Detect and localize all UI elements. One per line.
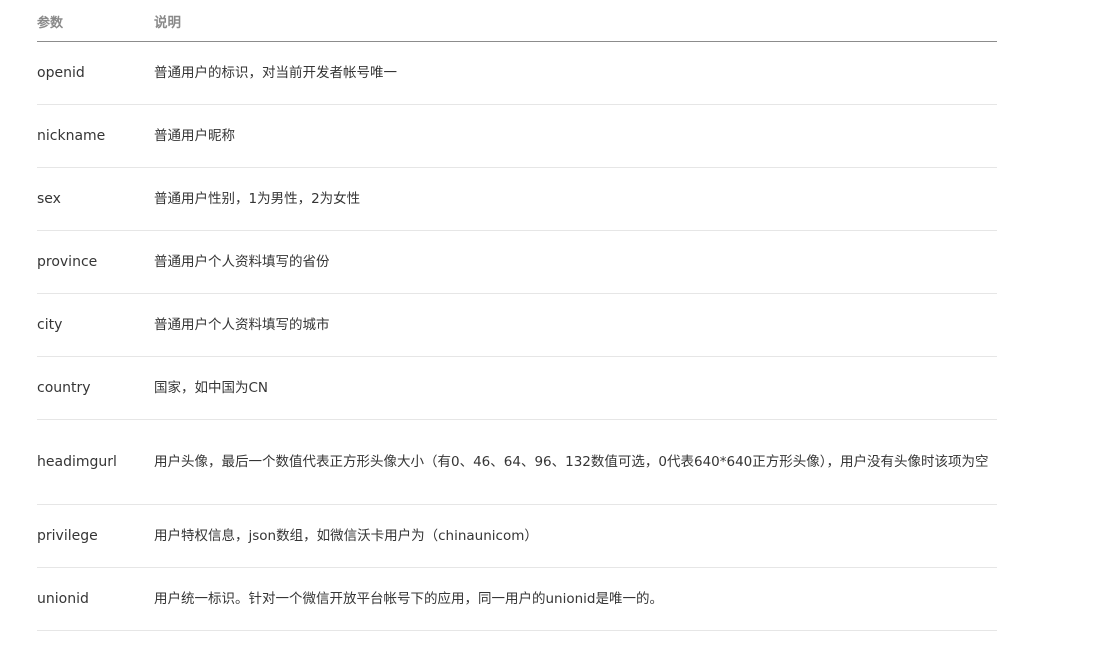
param-name: province <box>37 254 98 270</box>
param-description: 普通用户性别，1为男性，2为女性 <box>154 191 361 207</box>
param-description: 普通用户的标识，对当前开发者帐号唯一 <box>154 65 397 81</box>
param-description: 普通用户昵称 <box>154 128 235 144</box>
param-name: headimgurl <box>37 454 117 470</box>
param-description: 用户头像，最后一个数值代表正方形头像大小（有0、46、64、96、132数值可选… <box>154 454 989 470</box>
table-row: openid 普通用户的标识，对当前开发者帐号唯一 <box>37 42 997 105</box>
param-description: 普通用户个人资料填写的省份 <box>154 254 330 270</box>
table-row: unionid 用户统一标识。针对一个微信开放平台帐号下的应用，同一用户的uni… <box>37 568 997 631</box>
table-row: city 普通用户个人资料填写的城市 <box>37 294 997 357</box>
param-description: 国家，如中国为CN <box>154 380 269 396</box>
table-row: province 普通用户个人资料填写的省份 <box>37 231 997 294</box>
param-name: sex <box>37 191 61 207</box>
header-param: 参数 <box>37 16 64 31</box>
header-description: 说明 <box>154 15 181 31</box>
param-name: country <box>37 380 91 396</box>
param-description: 普通用户个人资料填写的城市 <box>154 317 330 333</box>
table-row: headimgurl 用户头像，最后一个数值代表正方形头像大小（有0、46、64… <box>37 420 997 505</box>
param-name: nickname <box>37 128 106 144</box>
param-description: 用户特权信息，json数组，如微信沃卡用户为（chinaunicom） <box>154 528 538 544</box>
parameter-table: 参数 说明 openid 普通用户的标识，对当前开发者帐号唯一 nickname… <box>37 0 997 631</box>
table-header: 参数 说明 <box>37 0 997 42</box>
table-row: country 国家，如中国为CN <box>37 357 997 420</box>
param-name: privilege <box>37 528 98 544</box>
param-description: 用户统一标识。针对一个微信开放平台帐号下的应用，同一用户的unionid是唯一的… <box>154 591 663 607</box>
param-name: unionid <box>37 591 89 607</box>
table-row: sex 普通用户性别，1为男性，2为女性 <box>37 168 997 231</box>
param-name: city <box>37 317 63 333</box>
table-row: privilege 用户特权信息，json数组，如微信沃卡用户为（chinaun… <box>37 505 997 568</box>
param-name: openid <box>37 65 85 81</box>
table-row: nickname 普通用户昵称 <box>37 105 997 168</box>
